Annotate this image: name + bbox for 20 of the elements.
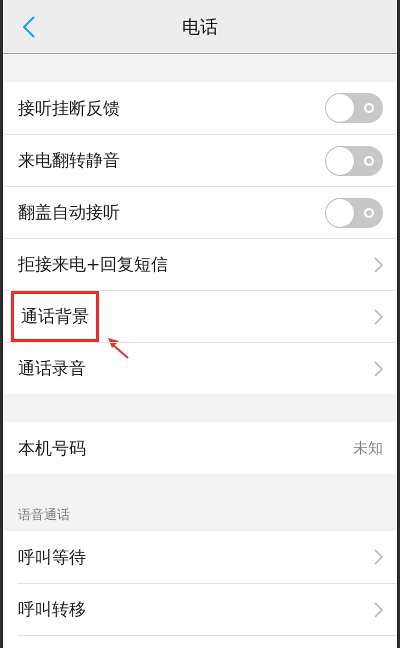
chevron-icon <box>374 360 383 376</box>
row-label: 通话录音 <box>18 358 87 380</box>
page-title: 电话 <box>182 16 218 38</box>
row-label: 通话背景 <box>11 291 99 342</box>
toggle-switch[interactable] <box>325 146 383 176</box>
chevron-icon <box>374 602 383 618</box>
row-value: 未知 <box>353 438 383 458</box>
row-label: 翻盖自动接听 <box>18 202 121 224</box>
row-label: 本机号码 <box>18 438 87 460</box>
row-label: 接听挂断反馈 <box>18 98 121 120</box>
row-label: 来电翻转静音 <box>18 150 121 172</box>
toggle-switch[interactable] <box>325 198 383 228</box>
row-label: 呼叫转移 <box>18 599 87 621</box>
chevron-icon <box>374 549 383 565</box>
row-label: 拒接来电+回复短信 <box>18 254 170 276</box>
row-label: 呼叫等待 <box>18 546 87 568</box>
chevron-icon <box>374 308 383 324</box>
chevron-icon <box>374 256 383 272</box>
section-title: 语音通话 <box>17 507 71 525</box>
toggle-switch[interactable] <box>325 93 383 123</box>
